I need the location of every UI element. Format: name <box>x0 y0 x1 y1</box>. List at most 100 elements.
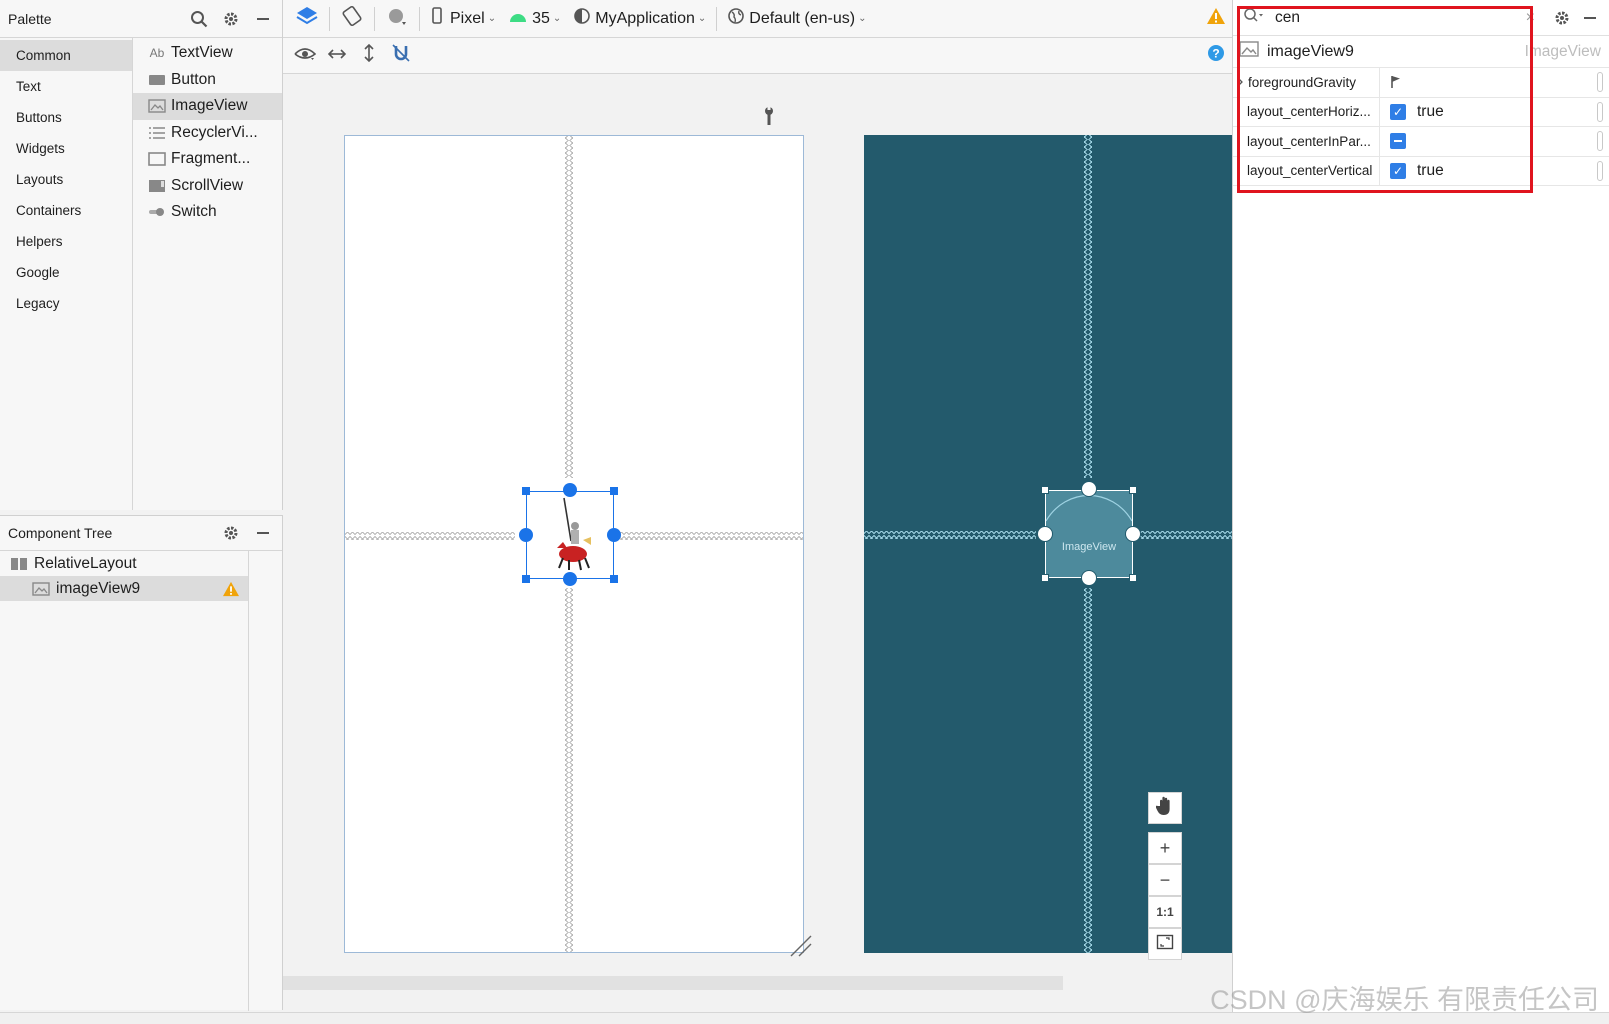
minimize-icon[interactable] <box>1579 7 1601 29</box>
palette-category-common[interactable]: Common <box>0 40 132 71</box>
device-selector[interactable]: Pixel ⌄ <box>424 4 502 34</box>
imageview-icon <box>32 581 50 596</box>
minimize-icon[interactable] <box>252 8 274 30</box>
tree-node-imageview9[interactable]: imageView9 <box>0 576 248 601</box>
night-mode-button[interactable] <box>379 4 415 34</box>
api-level-selector[interactable]: 35 ⌄ <box>502 4 567 34</box>
theme-icon <box>573 7 591 30</box>
constraint-anchor-bottom[interactable] <box>563 572 577 586</box>
palette-category-text[interactable]: Text <box>0 71 132 102</box>
gear-icon[interactable] <box>1551 7 1573 29</box>
component-tree-list: RelativeLayout imageView9 <box>0 551 249 1011</box>
horizontal-scrollbar[interactable] <box>283 976 1063 990</box>
phone-icon <box>430 7 444 30</box>
resize-corner-icon[interactable] <box>789 934 813 963</box>
value-scroll-indicator <box>1597 131 1603 152</box>
constraint-right <box>1140 531 1232 539</box>
design-toolbar: Pixel ⌄ 35 ⌄ MyApplication ⌄ Default (en… <box>283 0 1232 38</box>
palette-widget-recyclervi[interactable]: RecyclerVi... <box>133 120 282 147</box>
palette-widget-scrollview[interactable]: ScrollView <box>133 173 282 200</box>
constraint-anchor-left[interactable] <box>519 528 533 542</box>
expand-horizontal-button[interactable] <box>321 41 353 71</box>
palette-widgets: Ab TextView Button ImageView RecyclerVi... Fr… <box>133 38 282 510</box>
palette-categories: Common Text Buttons Widgets Layouts Container… <box>0 38 133 510</box>
minimize-icon[interactable] <box>252 522 274 544</box>
tree-node-relativelayout[interactable]: RelativeLayout <box>0 551 248 576</box>
gear-icon[interactable] <box>220 522 242 544</box>
attribute-search-input[interactable]: cen <box>1275 9 1526 27</box>
eye-icon <box>294 45 317 66</box>
checkbox-checked[interactable]: ✓ <box>1390 162 1406 179</box>
zoom-out-button[interactable]: − <box>1148 864 1182 896</box>
orientation-button[interactable] <box>334 4 370 34</box>
palette-category-containers[interactable]: Containers <box>0 195 132 226</box>
constraint-anchor-top[interactable] <box>563 483 577 497</box>
constraint-anchor-left[interactable] <box>1037 526 1053 542</box>
watermark: CSDN @庆海娱乐 有限责任公司 <box>1210 985 1599 1015</box>
palette-category-legacy[interactable]: Legacy <box>0 288 132 319</box>
resize-handle[interactable] <box>1041 486 1049 494</box>
palette-widget-switch[interactable]: Switch <box>133 199 282 226</box>
wrench-icon[interactable] <box>762 106 776 131</box>
palette-header: Palette <box>0 0 282 38</box>
palette-widget-fragment[interactable]: Fragment... <box>133 146 282 173</box>
palette-category-layouts[interactable]: Layouts <box>0 164 132 195</box>
clear-search-icon[interactable]: × <box>1526 9 1535 27</box>
autoconnect-toggle[interactable] <box>385 41 417 71</box>
textview-icon: Ab <box>149 46 165 61</box>
palette-widget-button[interactable]: Button <box>133 67 282 94</box>
chevron-down-icon: ⌄ <box>858 13 867 24</box>
design-canvas[interactable]: ImageView + − 1:1 <box>283 74 1232 1012</box>
palette-panel: Palette Common Text Buttons Widgets Layouts C… <box>0 0 283 510</box>
palette-widget-textview[interactable]: Ab TextView <box>133 40 282 67</box>
attribute-value[interactable]: ✓ true <box>1380 103 1609 121</box>
design-preview[interactable] <box>344 135 804 953</box>
pan-button[interactable] <box>1148 792 1182 824</box>
attribute-row: foregroundGravity <box>1233 68 1609 98</box>
help-button[interactable]: ? <box>1200 41 1232 71</box>
warnings-button[interactable] <box>1200 4 1232 34</box>
resize-handle[interactable] <box>610 575 618 583</box>
flag-icon[interactable] <box>1390 75 1402 89</box>
actual-size-button[interactable]: 1:1 <box>1148 896 1182 928</box>
imageview-selection[interactable] <box>526 491 614 579</box>
resize-handle[interactable] <box>1129 486 1137 494</box>
zoom-in-button[interactable]: + <box>1148 832 1182 864</box>
search-icon[interactable] <box>188 8 210 30</box>
palette-title: Palette <box>8 10 52 27</box>
checkbox-checked[interactable]: ✓ <box>1390 103 1406 120</box>
attribute-rows: foregroundGravity layout_centerHoriz... ✓ t… <box>1233 68 1609 186</box>
resize-handle[interactable] <box>1041 574 1049 582</box>
resize-handle[interactable] <box>610 487 618 495</box>
constraint-anchor-right[interactable] <box>607 528 621 542</box>
attribute-value[interactable] <box>1380 133 1609 150</box>
constraint-anchor-top[interactable] <box>1081 481 1097 497</box>
theme-selector[interactable]: MyApplication ⌄ <box>567 4 712 34</box>
imageview-blueprint-box[interactable]: ImageView <box>1045 490 1133 578</box>
design-surface-button[interactable] <box>289 4 325 34</box>
palette-category-helpers[interactable]: Helpers <box>0 226 132 257</box>
checkbox-indeterminate[interactable] <box>1390 133 1406 150</box>
palette-category-buttons[interactable]: Buttons <box>0 102 132 133</box>
attribute-name-text: layout_centerInPar... <box>1247 133 1371 149</box>
gear-icon[interactable] <box>220 8 242 30</box>
constraint-anchor-bottom[interactable] <box>1081 570 1097 586</box>
chevron-right-icon[interactable] <box>1237 77 1243 87</box>
palette-widget-label: Button <box>171 70 216 88</box>
resize-handle[interactable] <box>522 575 530 583</box>
zoom-to-fit-button[interactable] <box>1148 928 1182 960</box>
locale-selector[interactable]: Default (en-us) ⌄ <box>721 4 872 34</box>
attribute-value[interactable]: ✓ true <box>1380 162 1609 180</box>
palette-category-google[interactable]: Google <box>0 257 132 288</box>
constraint-anchor-right[interactable] <box>1125 526 1141 542</box>
attribute-value[interactable] <box>1380 75 1609 89</box>
warning-icon[interactable] <box>222 581 240 597</box>
list-icon <box>147 126 167 140</box>
resize-handle[interactable] <box>522 487 530 495</box>
palette-widget-imageview[interactable]: ImageView <box>133 93 282 120</box>
palette-category-widgets[interactable]: Widgets <box>0 133 132 164</box>
resize-handle[interactable] <box>1129 574 1137 582</box>
component-tree-header: Component Tree <box>0 516 282 551</box>
expand-vertical-button[interactable] <box>353 41 385 71</box>
view-options-button[interactable] <box>289 41 321 71</box>
